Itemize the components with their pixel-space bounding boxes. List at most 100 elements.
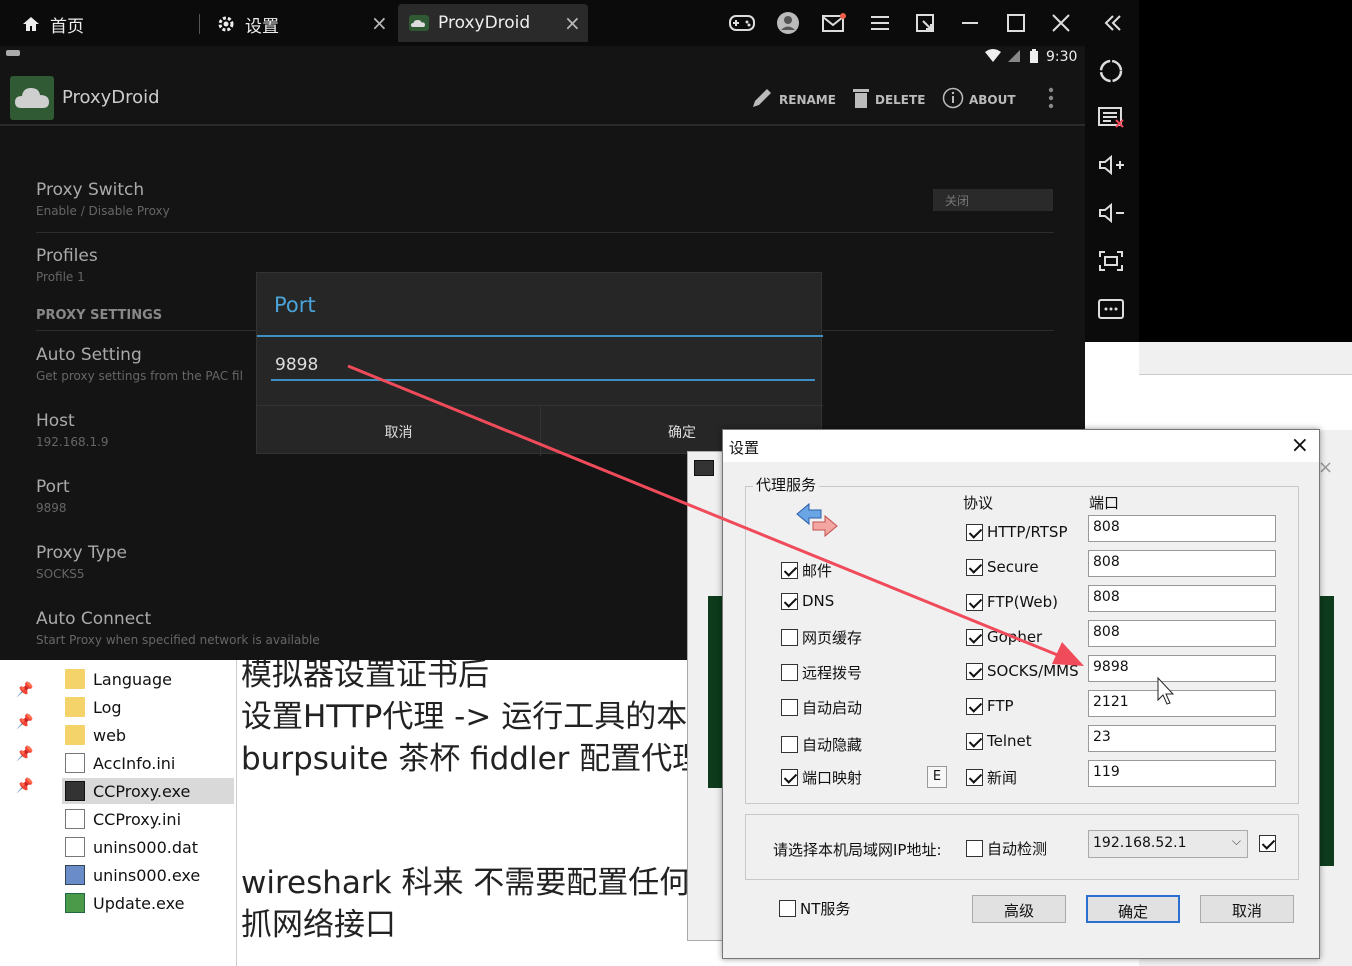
file-item[interactable]: unins000.dat [62, 834, 234, 860]
close-icon[interactable]: × [1318, 457, 1333, 478]
tab-separator [199, 14, 200, 34]
secure-checkbox[interactable]: Secure [966, 558, 1039, 576]
file-name: Language [93, 669, 172, 689]
gopher-checkbox[interactable]: Gopher [966, 628, 1042, 646]
ccproxy-main-toolbar [1139, 374, 1352, 430]
overflow-menu-icon[interactable] [1047, 86, 1055, 114]
pref-summary: Profile 1 [36, 270, 85, 284]
rotate-icon[interactable] [1096, 56, 1126, 86]
info-icon [942, 87, 964, 112]
fullscreen-icon[interactable] [1096, 246, 1126, 276]
socks-checkbox[interactable]: SOCKS/MMS [966, 662, 1079, 680]
file-item[interactable]: Log [62, 694, 234, 720]
gamepad-icon[interactable] [728, 9, 756, 37]
checkbox-box [781, 592, 798, 610]
autostart-checkbox[interactable]: 自动启动 [781, 697, 862, 718]
rename-button[interactable]: RENAME [750, 87, 836, 112]
avatar-icon[interactable] [774, 9, 802, 37]
file-item[interactable]: AccInfo.ini [62, 750, 234, 776]
delete-button[interactable]: DELETE [852, 87, 925, 112]
nt-service-checkbox[interactable]: NT服务 [779, 898, 850, 919]
webcache-checkbox[interactable]: 网页缓存 [781, 627, 862, 648]
file-item[interactable]: Update.exe [62, 890, 234, 916]
ftpweb-port-input[interactable]: 808 [1088, 585, 1276, 612]
volume-up-icon[interactable] [1096, 150, 1126, 180]
close-icon[interactable]: × [1291, 433, 1309, 458]
option-label: DNS [802, 592, 835, 610]
close-icon[interactable] [1047, 9, 1075, 37]
keyboard-icon[interactable] [1096, 102, 1126, 132]
pin-icon[interactable]: 📌 [16, 682, 33, 698]
telnet-checkbox[interactable]: Telnet [966, 732, 1032, 750]
socks-port-input[interactable]: 9898 [1088, 655, 1276, 682]
tab-settings-label: 设置 [245, 16, 279, 37]
file-name: Update.exe [93, 893, 185, 913]
ip-select[interactable]: 192.168.52.1 ⌵ [1088, 830, 1248, 858]
news-checkbox[interactable]: 新闻 [966, 767, 1017, 788]
http-checkbox[interactable]: HTTP/RTSP [966, 523, 1068, 541]
pref-summary: 192.168.1.9 [36, 435, 109, 449]
collapse-icon[interactable] [1099, 9, 1127, 37]
ip-confirm-checkbox[interactable] [1259, 835, 1280, 852]
gopher-port-input[interactable]: 808 [1088, 620, 1276, 647]
auto-detect-checkbox[interactable]: 自动检测 [966, 838, 1047, 859]
protocol-label: HTTP/RTSP [987, 523, 1068, 541]
autohide-checkbox[interactable]: 自动隐藏 [781, 734, 862, 755]
advanced-button[interactable]: 高级 [972, 895, 1066, 923]
ok-button[interactable]: 确定 [1086, 895, 1180, 923]
file-item[interactable]: CCProxy.exe [62, 778, 234, 804]
mail-checkbox[interactable]: 邮件 [781, 560, 832, 581]
secure-port-input[interactable]: 808 [1088, 550, 1276, 577]
pref-profiles[interactable]: Profiles Profile 1 [36, 246, 98, 284]
maximize-icon[interactable] [1002, 9, 1030, 37]
pref-port[interactable]: Port 9898 [36, 477, 70, 515]
cancel-button[interactable]: 取消 [257, 406, 540, 456]
ftp-checkbox[interactable]: FTP [966, 697, 1014, 715]
pref-summary: 9898 [36, 501, 67, 515]
more-icon[interactable] [1096, 294, 1126, 324]
dialog-titlebar: 设置 × [723, 430, 1319, 462]
remote-dial-checkbox[interactable]: 远程拨号 [781, 662, 862, 683]
file-item[interactable]: unins000.exe [62, 862, 234, 888]
pref-proxy-switch[interactable]: Proxy Switch Enable / Disable Proxy [36, 180, 170, 218]
pin-icon[interactable]: 📌 [16, 778, 33, 794]
ip-label: 请选择本机局域网IP地址: [773, 841, 942, 859]
menu-icon[interactable] [866, 9, 894, 37]
port-mapping-checkbox[interactable]: 端口映射 [781, 767, 862, 788]
pref-host[interactable]: Host 192.168.1.9 [36, 411, 109, 449]
tab-settings[interactable]: 设置 [215, 8, 279, 40]
notes-panel: 模拟器设置证书后 设置HTTP代理 -> 运行工具的本 burpsuite 茶杯… [236, 660, 696, 966]
notification-icon [6, 50, 20, 56]
cancel-button[interactable]: 取消 [1200, 895, 1294, 923]
tab-home[interactable]: 首页 [20, 8, 84, 40]
close-icon[interactable]: × [371, 11, 388, 35]
pref-auto-connect[interactable]: Auto Connect Start Proxy when specified … [36, 609, 320, 647]
pin-icon[interactable]: 📌 [16, 746, 33, 762]
screenshot-icon[interactable] [911, 9, 939, 37]
tab-proxydroid[interactable]: ProxyDroid [398, 4, 588, 42]
close-icon[interactable]: × [564, 11, 581, 35]
delete-label: DELETE [875, 92, 926, 107]
pin-icon[interactable]: 📌 [16, 714, 33, 730]
about-button[interactable]: ABOUT [942, 87, 1016, 112]
ftpweb-checkbox[interactable]: FTP(Web) [966, 593, 1058, 611]
file-item[interactable]: web [62, 722, 234, 748]
pref-auto-setting[interactable]: Auto Setting Get proxy settings from the… [36, 345, 243, 383]
news-port-input[interactable]: 119 [1088, 760, 1276, 787]
dns-checkbox[interactable]: DNS [781, 592, 834, 610]
mail-icon[interactable] [820, 9, 848, 37]
file-item[interactable]: CCProxy.ini [62, 806, 234, 832]
port-input[interactable]: 9898 [275, 355, 318, 375]
ftp-port-input[interactable]: 2121 [1088, 690, 1276, 717]
port-mapping-edit-button[interactable]: E [927, 766, 947, 788]
minimize-icon[interactable] [956, 9, 984, 37]
telnet-port-input[interactable]: 23 [1088, 725, 1276, 752]
volume-down-icon[interactable] [1096, 198, 1126, 228]
proxy-toggle[interactable]: 关闭 [933, 189, 1053, 211]
section-header: PROXY SETTINGS [36, 308, 163, 323]
file-item[interactable]: Language [62, 666, 234, 692]
http-port-input[interactable]: 808 [1088, 515, 1276, 542]
protocol-label: Telnet [987, 732, 1032, 750]
pref-proxy-type[interactable]: Proxy Type SOCKS5 [36, 543, 127, 581]
ccproxy-settings-dialog: 设置 × 代理服务 协议 端口 邮件 DNS 网页缓存 远程拨号 自动启动 自动… [722, 429, 1320, 959]
